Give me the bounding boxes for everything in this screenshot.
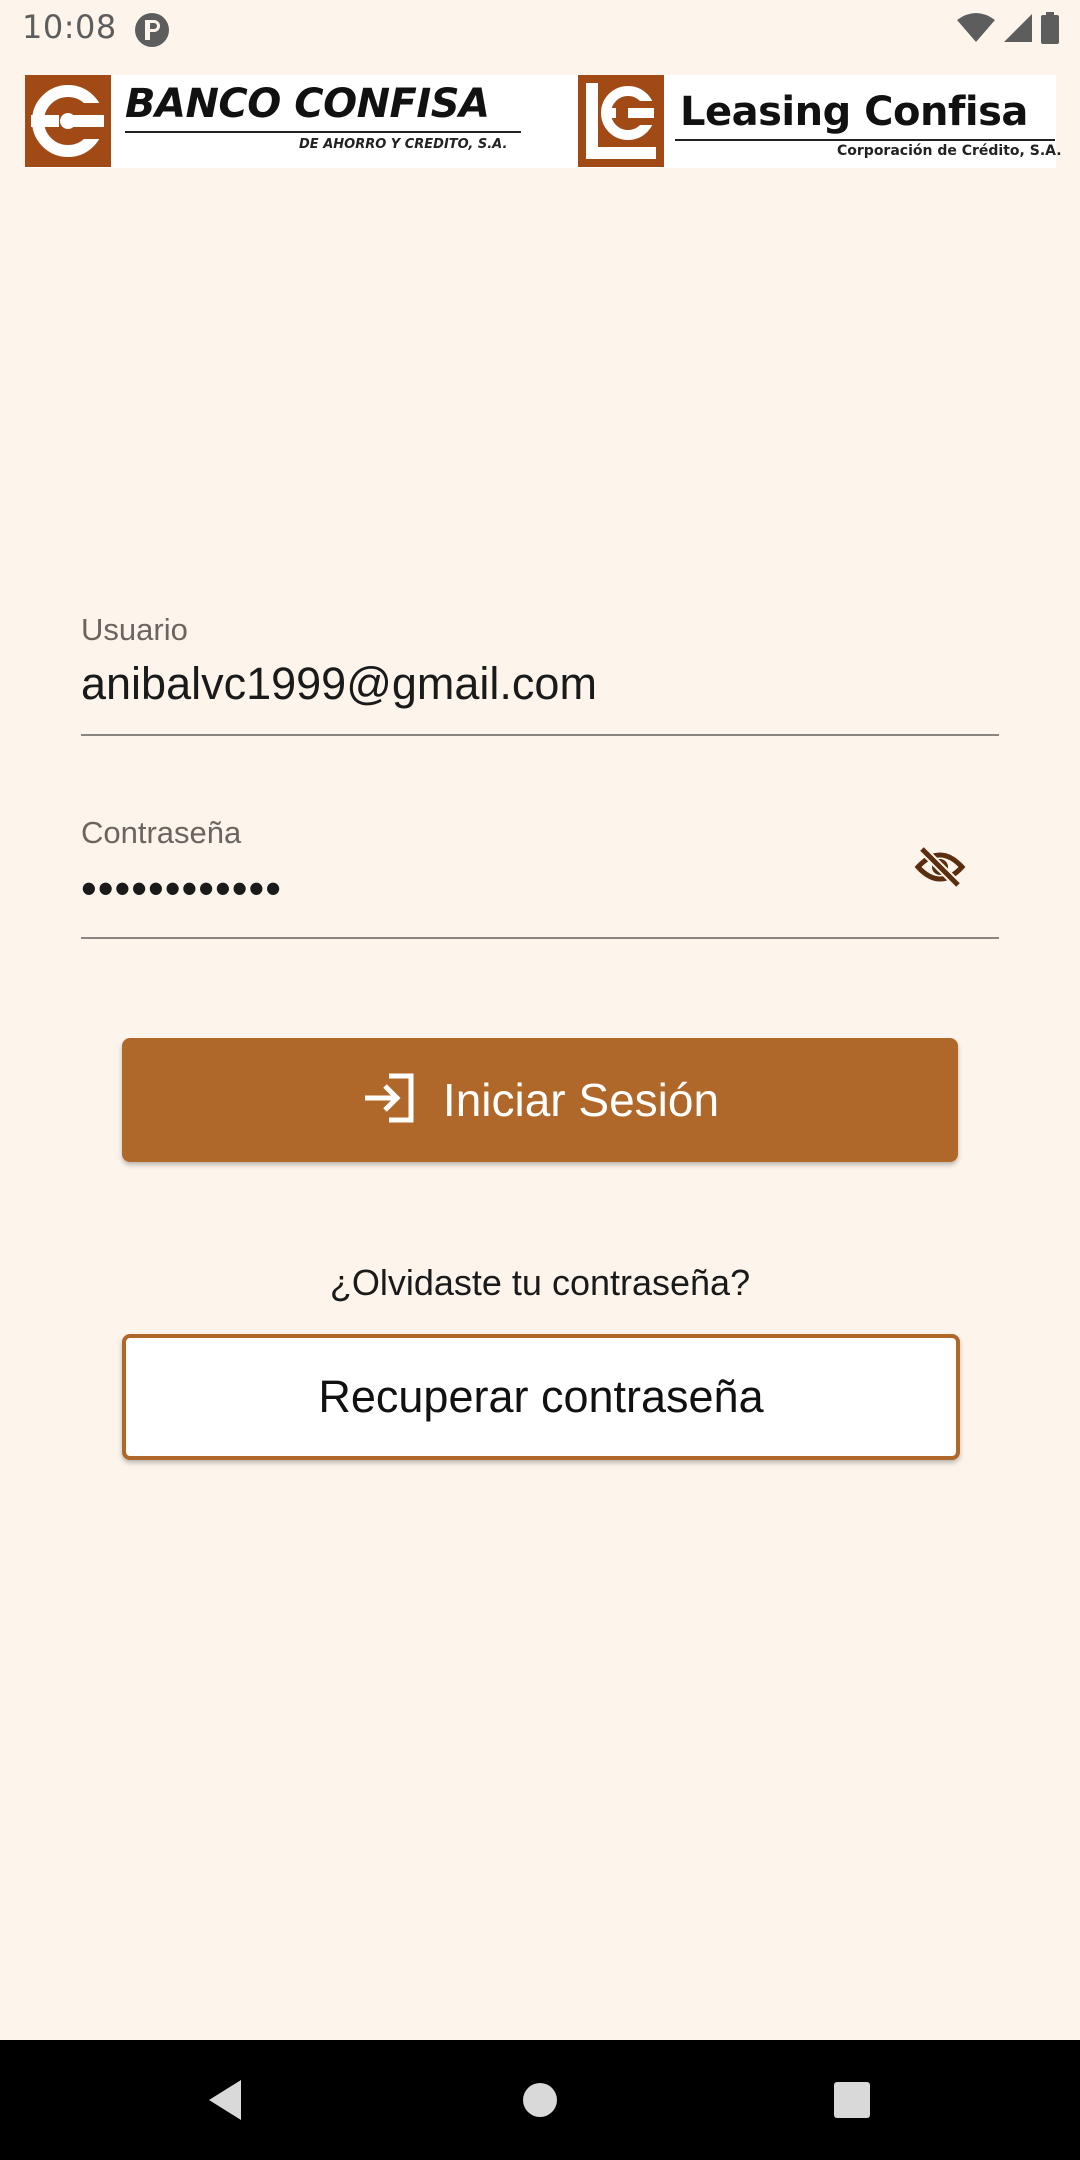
username-input[interactable]: anibalvc1999@gmail.com [81, 658, 597, 710]
password-underline [81, 937, 999, 939]
login-button[interactable]: Iniciar Sesión [122, 1038, 958, 1162]
recover-password-label: Recuperar contraseña [318, 1371, 764, 1422]
login-button-label: Iniciar Sesión [442, 1074, 720, 1126]
back-triangle-icon[interactable] [165, 2040, 285, 2160]
login-screen: 10:08 BANCO CONFISA DE AHORRO Y CREDITO,… [0, 0, 1080, 2160]
app-notification-icon [134, 12, 170, 52]
banner-divider-right [675, 139, 1055, 141]
system-nav-bar [0, 2040, 1080, 2160]
leasing-confisa-logo [578, 75, 664, 167]
recents-square-icon[interactable] [792, 2040, 912, 2160]
status-time: 10:08 [22, 8, 117, 46]
recover-password-button[interactable]: Recuperar contraseña [122, 1334, 960, 1460]
banco-confisa-title: BANCO CONFISA [125, 81, 490, 127]
battery-icon [1040, 12, 1060, 48]
leasing-confisa-subtitle: Corporación de Crédito, S.A. [837, 143, 1062, 159]
password-label: Contraseña [81, 815, 242, 850]
brand-banner: BANCO CONFISA DE AHORRO Y CREDITO, S.A. … [25, 75, 1062, 168]
username-underline [81, 734, 999, 736]
forgot-password-text: ¿Olvidaste tu contraseña? [329, 1262, 751, 1303]
username-label: Usuario [81, 612, 188, 647]
banco-confisa-logo [25, 75, 111, 167]
signal-icon [1002, 12, 1034, 48]
password-input[interactable]: •••••••••••• [81, 863, 282, 915]
username-field[interactable]: Usuario anibalvc1999@gmail.com [81, 612, 999, 738]
home-circle-icon[interactable] [480, 2040, 600, 2160]
banner-divider-left [125, 131, 521, 133]
wifi-icon [956, 12, 996, 48]
login-icon [361, 1072, 417, 1128]
password-field[interactable]: Contraseña •••••••••••• [81, 815, 999, 941]
status-bar: 10:08 [0, 0, 1080, 60]
eye-off-icon[interactable] [912, 845, 968, 889]
banco-confisa-subtitle: DE AHORRO Y CREDITO, S.A. [299, 137, 508, 152]
leasing-confisa-title: Leasing Confisa [680, 89, 1028, 135]
